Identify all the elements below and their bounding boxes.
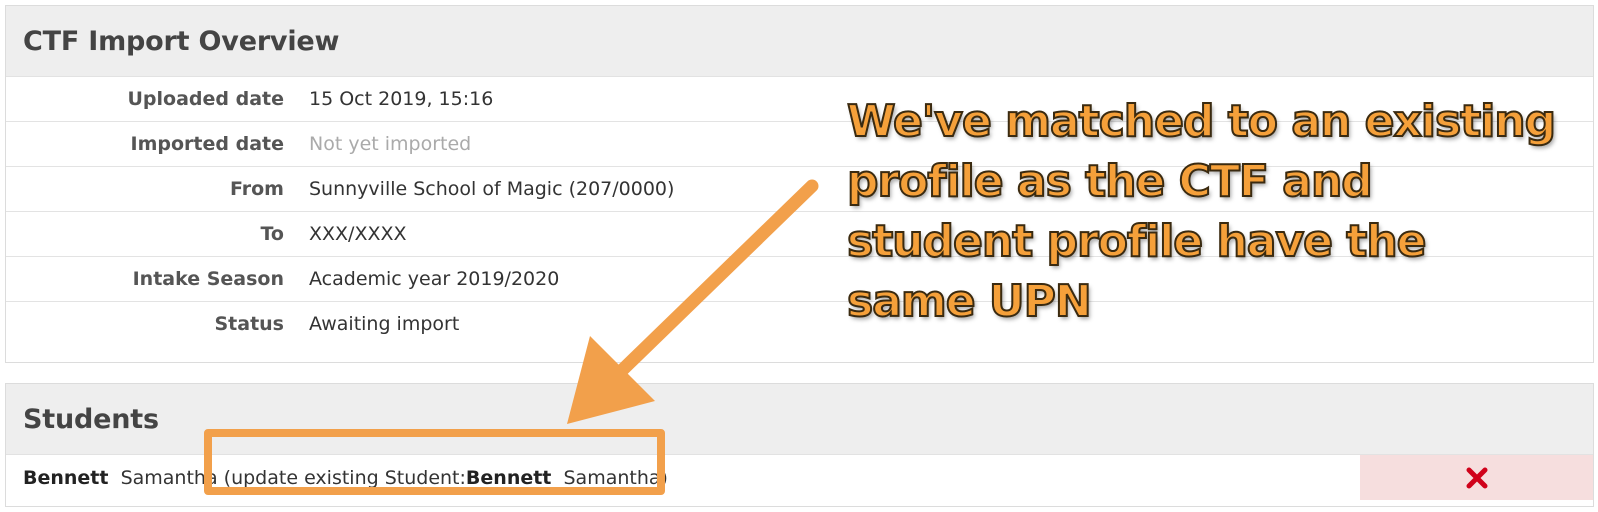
existing-student-forename: Samantha) <box>563 466 668 489</box>
uploaded-date-label: Uploaded date <box>127 88 284 110</box>
intake-season-value: Academic year 2019/2020 <box>309 268 560 290</box>
uploaded-date-value: 15 Oct 2019, 15:16 <box>309 88 494 110</box>
overview-title: CTF Import Overview <box>23 25 340 57</box>
status-value: Awaiting import <box>309 313 460 335</box>
to-value: XXX/XXXX <box>309 223 407 245</box>
students-panel: Students Bennett Samantha (update existi… <box>5 383 1594 507</box>
remove-student-button[interactable] <box>1360 455 1593 500</box>
to-label: To <box>260 223 285 245</box>
intake-season-label: Intake Season <box>132 268 284 290</box>
overview-header: CTF Import Overview <box>6 6 1593 77</box>
students-header: Students <box>6 384 1593 455</box>
student-forename: Samantha <box>120 466 218 489</box>
from-label: From <box>230 178 284 200</box>
students-title: Students <box>23 403 159 435</box>
annotation-callout: We've matched to an existing profile as … <box>846 95 1557 328</box>
existing-student-surname: Bennett <box>465 466 552 489</box>
student-row: Bennett Samantha (update existing Studen… <box>6 455 1593 500</box>
status-label: Status <box>214 313 284 335</box>
close-icon <box>1466 467 1487 488</box>
imported-date-label: Imported date <box>130 133 284 155</box>
from-value: Sunnyville School of Magic (207/0000) <box>309 178 675 200</box>
student-surname: Bennett <box>23 466 109 489</box>
imported-date-value: Not yet imported <box>309 133 472 155</box>
student-match-text: Bennett Samantha (update existing Studen… <box>6 455 1360 500</box>
student-update-note: (update existing Student: <box>223 466 466 489</box>
